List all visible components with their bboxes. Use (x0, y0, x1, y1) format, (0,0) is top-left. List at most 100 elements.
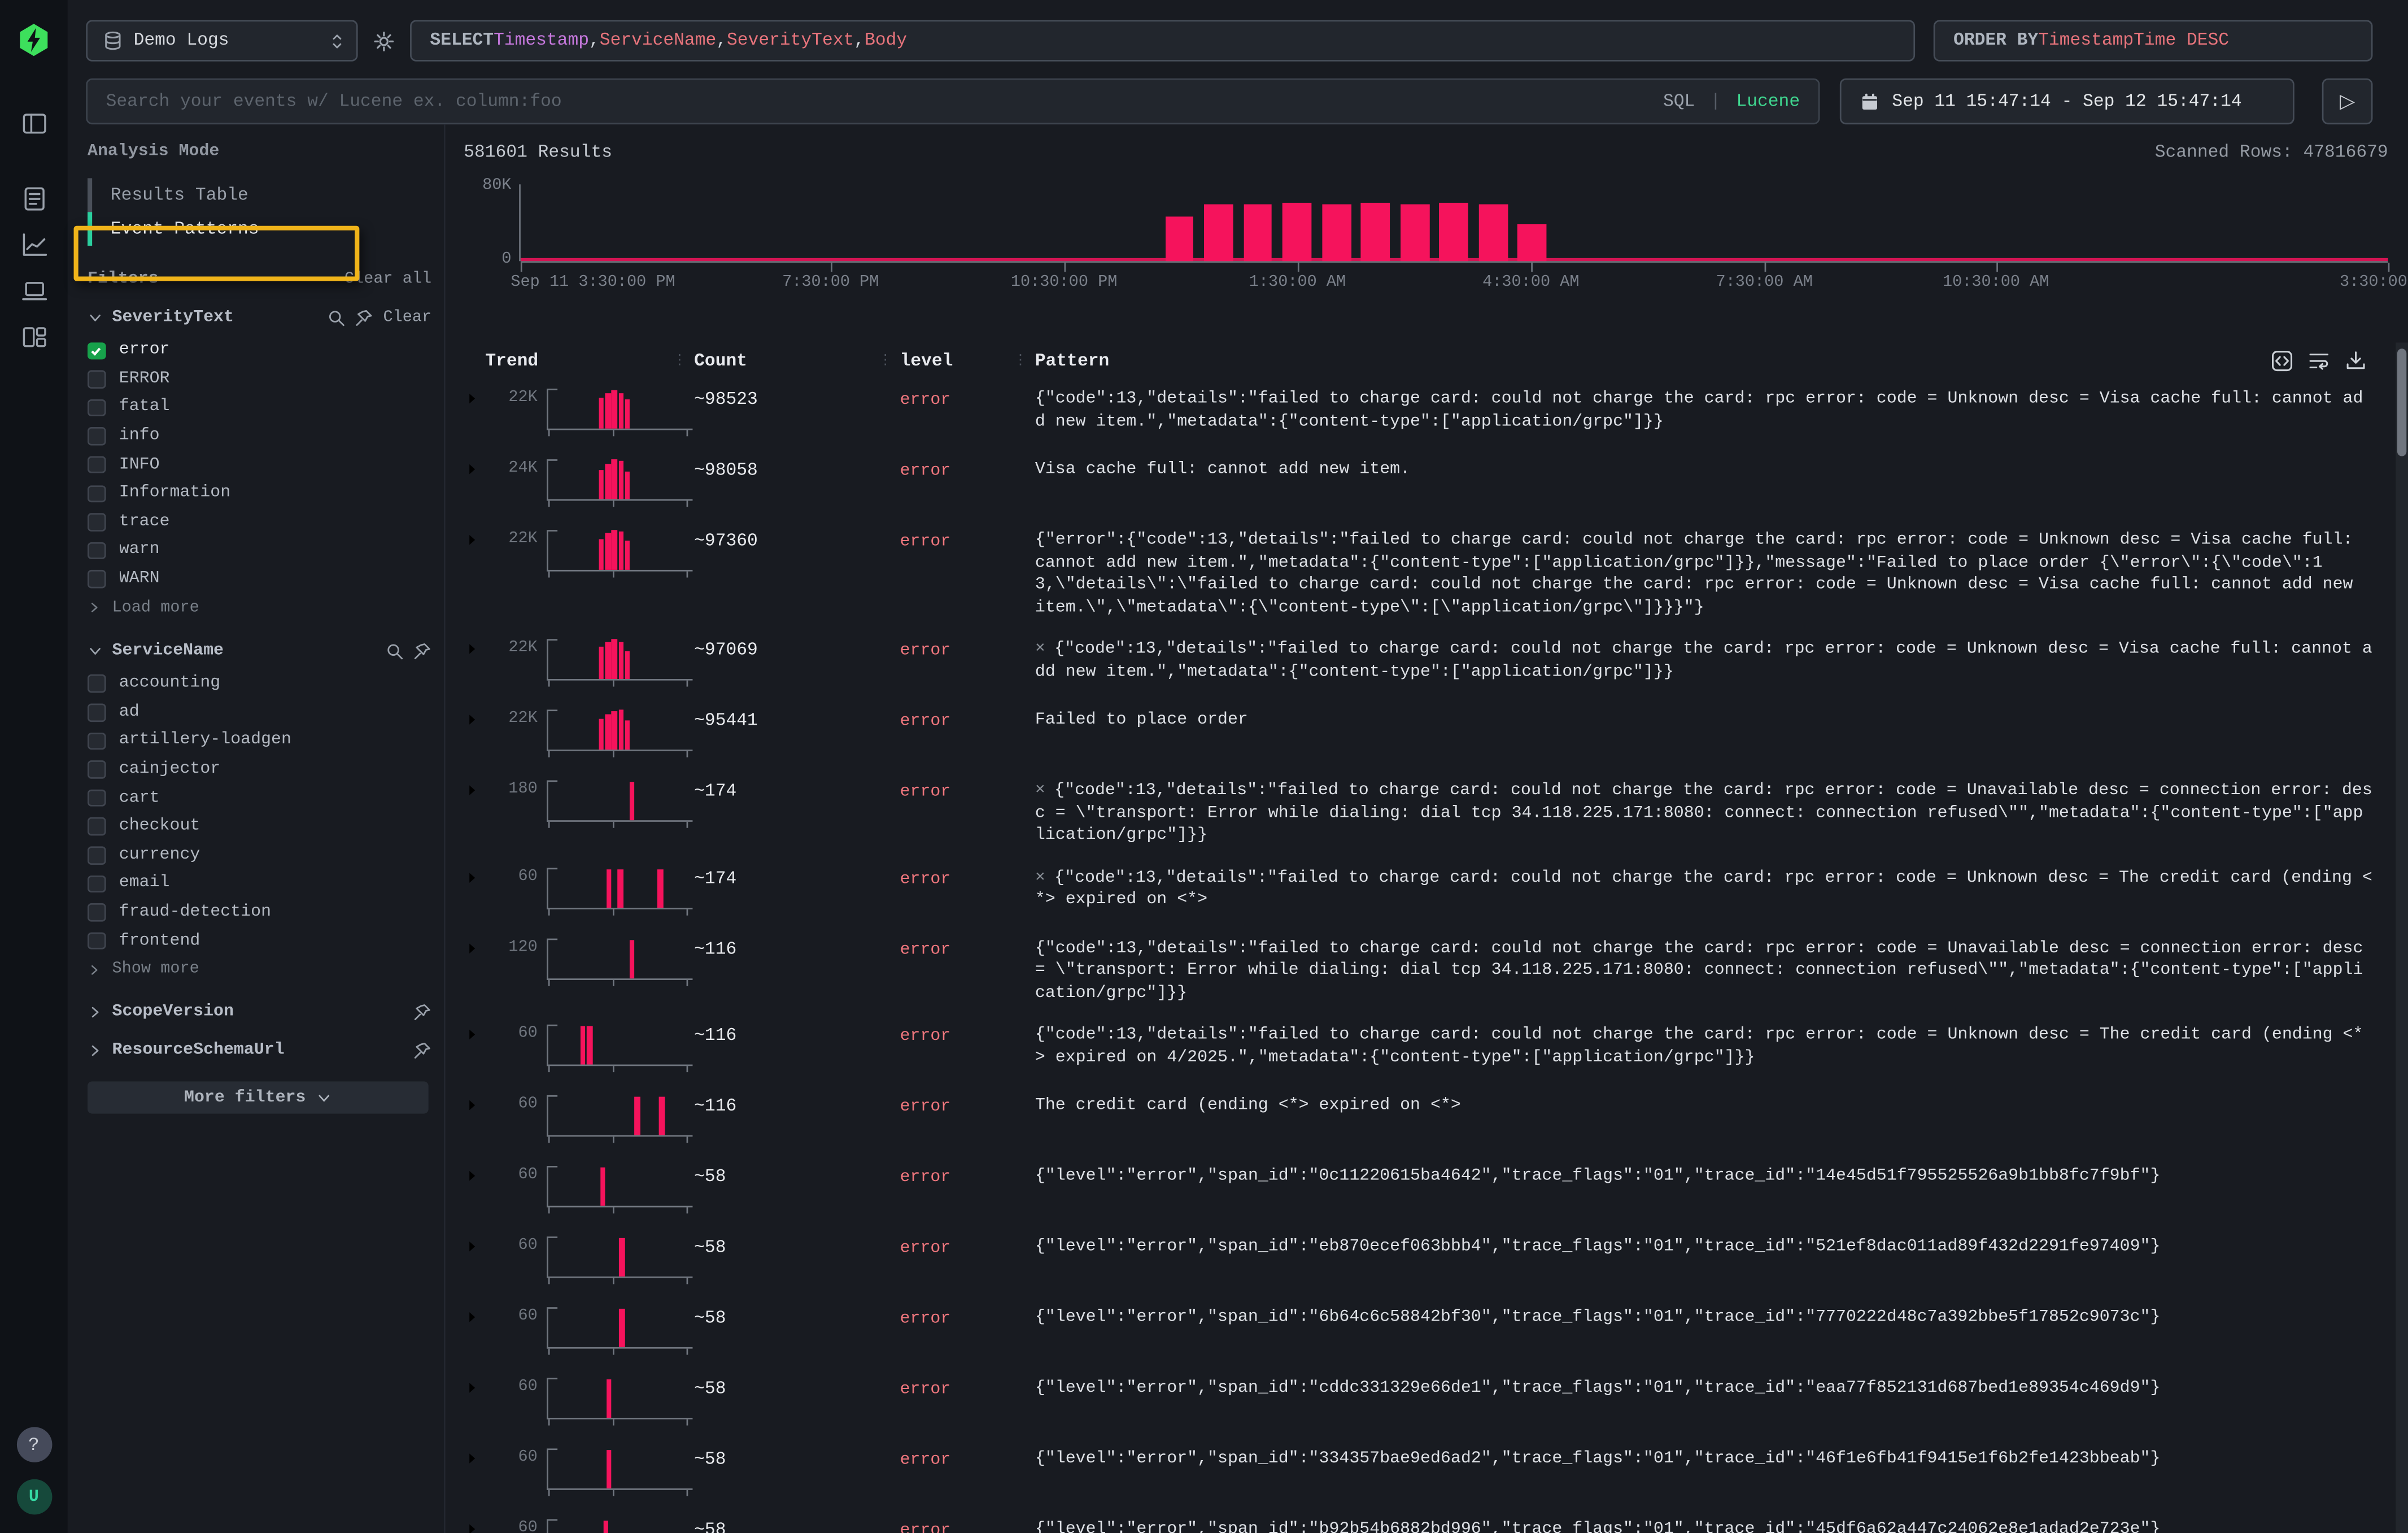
pattern-text[interactable]: {"level":"error","span_id":"b92b54b6882b… (1035, 1508, 2388, 1533)
pattern-text[interactable]: {"error":{"code":13,"details":"failed to… (1035, 519, 2388, 628)
filter-option-warn[interactable]: warn (88, 536, 431, 565)
checkbox-icon[interactable] (88, 761, 105, 778)
row-expand-icon[interactable] (464, 1155, 485, 1184)
filter-option-error[interactable]: ERROR (88, 365, 431, 394)
pattern-text[interactable]: ×{"code":13,"details":"failed to charge … (1035, 769, 2388, 856)
histogram-bar[interactable] (1361, 203, 1390, 262)
facet-header-servicename[interactable]: ServiceName (88, 642, 431, 661)
histogram-bar[interactable] (1165, 217, 1194, 261)
exclude-x-icon[interactable]: × (1035, 782, 1045, 800)
filter-option-info[interactable]: info (88, 422, 431, 451)
pin-icon[interactable] (413, 1042, 432, 1061)
mode-sql[interactable]: SQL (1663, 92, 1695, 111)
dashboards-icon[interactable] (21, 324, 47, 350)
row-expand-icon[interactable] (464, 699, 485, 728)
pattern-text[interactable]: {"level":"error","span_id":"6b64c6c58842… (1035, 1296, 2388, 1339)
order-by-input[interactable]: ORDER BY TimestampTime DESC (1934, 20, 2373, 61)
pattern-text[interactable]: {"level":"error","span_id":"0c11220615ba… (1035, 1155, 2388, 1197)
row-expand-icon[interactable] (464, 1085, 485, 1114)
facet-clear-button[interactable]: Clear (383, 309, 431, 328)
histogram-bar[interactable] (1244, 204, 1272, 261)
histogram-bar[interactable] (1518, 225, 1547, 262)
histogram-bar[interactable] (1478, 203, 1507, 261)
source-select[interactable]: Demo Logs (86, 20, 357, 61)
sessions-icon[interactable] (21, 278, 47, 304)
histogram-bar[interactable] (1439, 203, 1468, 262)
row-expand-icon[interactable] (464, 856, 485, 886)
row-expand-icon[interactable] (464, 769, 485, 799)
clear-all-button[interactable]: Clear all (344, 271, 431, 289)
pattern-text[interactable]: {"code":13,"details":"failed to charge c… (1035, 927, 2388, 1014)
row-expand-icon[interactable] (464, 1014, 485, 1043)
filter-option-email[interactable]: email (88, 869, 431, 898)
facet-header-resourceschemaurl[interactable]: ResourceSchemaUrl (88, 1042, 431, 1061)
pattern-text[interactable]: Failed to place order (1035, 699, 2388, 741)
filter-option-trace[interactable]: trace (88, 508, 431, 537)
col-trend[interactable]: Trend (485, 351, 538, 371)
facet-header-scopeversion[interactable]: ScopeVersion (88, 1004, 431, 1022)
pin-icon[interactable] (413, 1004, 432, 1022)
checkbox-icon[interactable] (88, 789, 105, 807)
row-expand-icon[interactable] (464, 519, 485, 548)
facet-header-severitytext[interactable]: SeverityTextClear (88, 309, 431, 328)
checkbox-icon[interactable] (88, 371, 105, 388)
hyperdx-logo-icon[interactable] (15, 21, 52, 58)
pin-icon[interactable] (355, 309, 374, 328)
results-histogram[interactable]: 80K 0 Sep 11 3:30:00 PM7:30:00 PM10:30:0… (464, 178, 2388, 289)
filter-option-cainjector[interactable]: cainjector (88, 755, 431, 784)
checkbox-icon[interactable] (88, 542, 105, 559)
analysis-mode-tab-event-patterns[interactable]: Event Patterns (88, 212, 431, 246)
filter-option-fraud-detection[interactable]: fraud-detection (88, 898, 431, 927)
row-expand-icon[interactable] (464, 1367, 485, 1396)
filter-option-ad[interactable]: ad (88, 698, 431, 727)
date-range-picker[interactable]: Sep 11 15:47:14 - Sep 12 15:47:14 (1840, 79, 2294, 125)
filter-option-information[interactable]: Information (88, 479, 431, 508)
table-scrollbar[interactable] (2396, 342, 2408, 1533)
gear-icon[interactable] (373, 20, 395, 61)
pattern-text[interactable]: ×{"code":13,"details":"failed to charge … (1035, 628, 2388, 693)
histogram-bar[interactable] (1204, 204, 1233, 261)
search-icon[interactable] (386, 642, 404, 661)
checkbox-icon[interactable] (88, 456, 105, 473)
checkbox-icon[interactable] (88, 818, 105, 835)
filter-option-currency[interactable]: currency (88, 841, 431, 870)
pattern-text[interactable]: Visa cache full: cannot add new item. (1035, 448, 2388, 491)
checkbox-icon[interactable] (88, 399, 105, 416)
run-query-button[interactable]: ▷ (2322, 79, 2373, 125)
chart-explorer-icon[interactable] (21, 232, 47, 258)
exclude-x-icon[interactable]: × (1035, 641, 1045, 659)
pattern-text[interactable]: ×{"code":13,"details":"failed to charge … (1035, 856, 2388, 921)
filter-option-info[interactable]: INFO (88, 451, 431, 480)
checkbox-checked-icon[interactable] (88, 342, 105, 359)
user-avatar[interactable]: U (16, 1479, 52, 1515)
pattern-text[interactable]: {"level":"error","span_id":"334357bae9ed… (1035, 1438, 2388, 1480)
pattern-text[interactable]: {"level":"error","span_id":"eb870ecef063… (1035, 1226, 2388, 1268)
row-expand-icon[interactable] (464, 378, 485, 407)
checkbox-icon[interactable] (88, 732, 105, 750)
scrollbar-thumb[interactable] (2397, 349, 2406, 456)
download-icon[interactable] (2345, 350, 2367, 372)
checkbox-icon[interactable] (88, 847, 105, 864)
select-query-input[interactable]: SELECT Timestamp, ServiceName, SeverityT… (410, 20, 1915, 61)
row-expand-icon[interactable] (464, 448, 485, 478)
analysis-mode-tab-results-table[interactable]: Results Table (88, 178, 431, 212)
row-expand-icon[interactable] (464, 1508, 485, 1533)
row-expand-icon[interactable] (464, 1296, 485, 1326)
facet-show-more[interactable]: Show more (88, 955, 431, 984)
column-resize-handle[interactable]: ⋮ (673, 353, 694, 368)
filter-option-cart[interactable]: cart (88, 784, 431, 813)
checkbox-icon[interactable] (88, 932, 105, 950)
filter-option-checkout[interactable]: checkout (88, 812, 431, 841)
histogram-bar[interactable] (1400, 203, 1429, 261)
row-expand-icon[interactable] (464, 1226, 485, 1255)
column-resize-handle[interactable]: ⋮ (878, 353, 900, 368)
filter-option-accounting[interactable]: accounting (88, 669, 431, 698)
pin-icon[interactable] (413, 642, 432, 661)
column-resize-handle[interactable]: ⋮ (1014, 353, 1035, 368)
search-input[interactable]: Search your events w/ Lucene ex. column:… (86, 79, 1820, 125)
checkbox-icon[interactable] (88, 485, 105, 502)
help-button[interactable]: ? (16, 1427, 52, 1462)
filter-option-warn[interactable]: WARN (88, 565, 431, 594)
checkbox-icon[interactable] (88, 675, 105, 693)
checkbox-icon[interactable] (88, 428, 105, 445)
